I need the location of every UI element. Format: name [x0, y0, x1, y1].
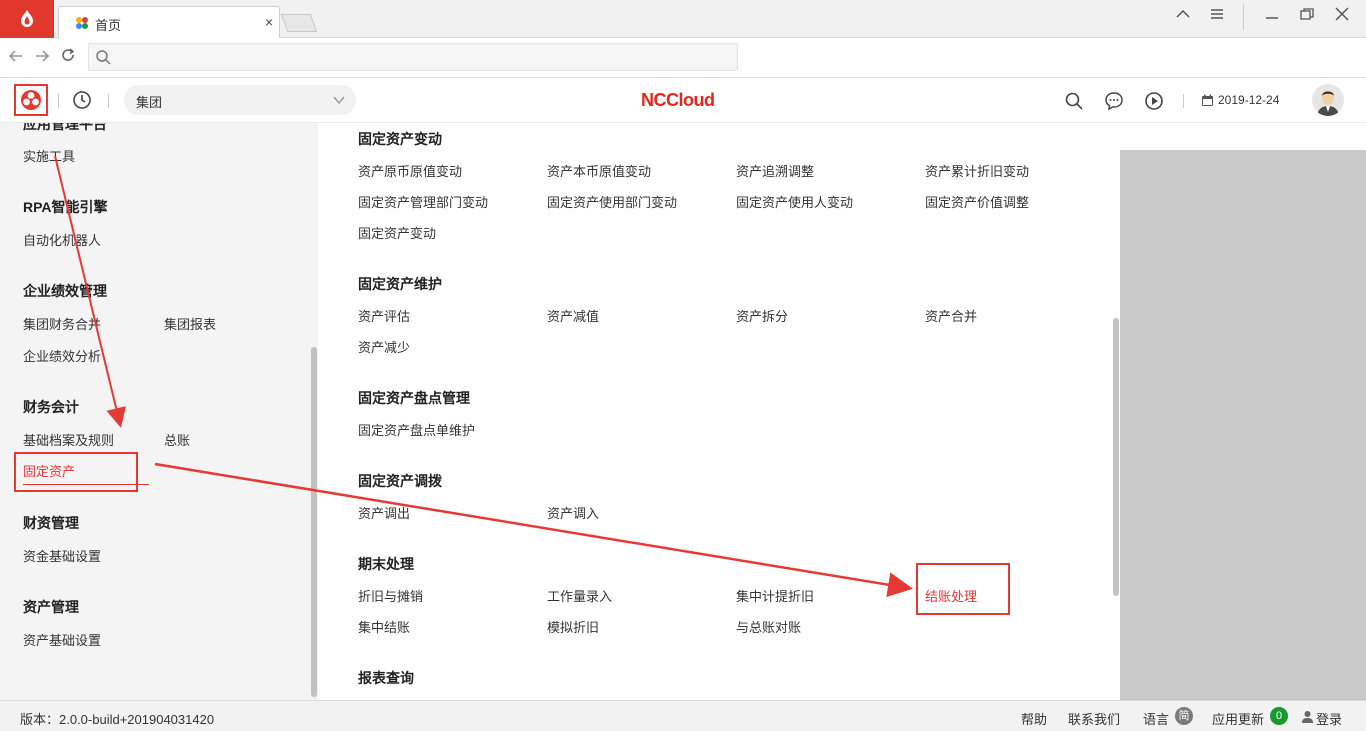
forward-icon[interactable]	[32, 46, 52, 68]
category-title: 应用管理平台	[23, 123, 107, 132]
browser-logo-icon[interactable]	[0, 0, 54, 38]
app-menu-button[interactable]	[14, 84, 48, 116]
function-link[interactable]: 资产追溯调整	[736, 161, 814, 180]
new-tab-button[interactable]	[280, 14, 318, 32]
left-category-menu: 应用管理平台 实施工具 RPA智能引擎 自动化机器人 企业绩效管理 集团财务合并…	[0, 123, 318, 700]
menu-item-performance-analysis[interactable]: 企业绩效分析	[23, 346, 101, 365]
function-link[interactable]: 固定资产使用部门变动	[547, 192, 677, 211]
restore-icon[interactable]	[1294, 6, 1320, 30]
function-link[interactable]: 固定资产价值调整	[925, 192, 1029, 211]
header-divider	[1183, 94, 1184, 108]
tab-favicon-icon	[76, 17, 88, 29]
function-link[interactable]: 资产评估	[358, 306, 410, 325]
menu-item-asset-settings[interactable]: 资产基础设置	[23, 630, 101, 649]
function-link[interactable]: 资产减少	[358, 337, 410, 356]
function-link[interactable]: 与总账对账	[736, 617, 801, 636]
function-link[interactable]: 固定资产盘点单维护	[358, 420, 475, 439]
menu-item-basic-archives[interactable]: 基础档案及规则	[23, 430, 114, 449]
menu-item-group-consolidation[interactable]: 集团财务合并	[23, 314, 101, 333]
tab-close-icon[interactable]: ×	[265, 14, 273, 30]
category-title: 企业绩效管理	[23, 283, 107, 299]
function-link[interactable]: 资产拆分	[736, 306, 788, 325]
function-link[interactable]: 资产调入	[547, 503, 599, 522]
contact-link[interactable]: 联系我们	[1068, 709, 1120, 728]
function-link[interactable]: 资产本币原值变动	[547, 161, 651, 180]
function-link[interactable]: 模拟折旧	[547, 617, 599, 636]
address-bar	[0, 38, 1366, 78]
function-link[interactable]: 资产调出	[358, 503, 410, 522]
current-date: 2019-12-24	[1218, 93, 1280, 107]
header-divider	[108, 94, 109, 108]
login-link[interactable]: 登录	[1316, 709, 1342, 728]
left-menu-scrollbar[interactable]	[311, 347, 317, 697]
help-link[interactable]: 帮助	[1021, 709, 1047, 728]
section-title: 期末处理	[358, 556, 414, 572]
update-count-badge: 0	[1270, 707, 1288, 725]
chevron-down-icon	[333, 96, 345, 105]
category-title: 财务会计	[23, 399, 79, 415]
menu-item-general-ledger[interactable]: 总账	[164, 430, 190, 449]
section-title: 固定资产盘点管理	[358, 390, 470, 406]
back-icon[interactable]	[6, 46, 26, 68]
function-link[interactable]: 资产累计折旧变动	[925, 161, 1029, 180]
flower-logo-icon	[21, 90, 41, 110]
function-link[interactable]: 固定资产变动	[358, 223, 436, 242]
group-select-value: 集团	[136, 95, 163, 110]
function-link[interactable]: 资产原币原值变动	[358, 161, 462, 180]
browser-tab-home[interactable]: 首页 ×	[58, 6, 280, 38]
category-title: RPA智能引擎	[23, 199, 108, 215]
search-icon[interactable]	[1064, 91, 1084, 111]
menu-item-group-report[interactable]: 集团报表	[164, 314, 216, 333]
minimize-icon[interactable]	[1259, 6, 1285, 30]
section-title: 固定资产调拨	[358, 473, 442, 489]
calendar-icon	[1202, 94, 1213, 106]
user-icon	[1302, 711, 1313, 723]
highlight-box-closing	[916, 563, 1010, 615]
message-icon[interactable]	[1104, 91, 1124, 111]
close-window-icon[interactable]	[1329, 6, 1355, 30]
function-link[interactable]: 折旧与摊销	[358, 586, 423, 605]
function-link[interactable]: 集中计提折旧	[736, 586, 814, 605]
function-link[interactable]: 工作量录入	[547, 586, 612, 605]
menu-icon[interactable]	[1204, 6, 1230, 30]
app-header: 集团 NCCloud 2019-12-24	[0, 78, 1366, 123]
category-title: 财资管理	[23, 515, 79, 531]
section-title: 报表查询	[358, 670, 414, 686]
group-select[interactable]: 集团	[124, 85, 356, 115]
function-link[interactable]: 资产合并	[925, 306, 977, 325]
background-overlay	[1120, 150, 1366, 700]
function-link[interactable]: 集中结账	[358, 617, 410, 636]
user-avatar-icon	[1312, 84, 1344, 116]
section-title: 固定资产维护	[358, 276, 442, 292]
menu-item-treasury-settings[interactable]: 资金基础设置	[23, 546, 101, 565]
search-icon	[96, 50, 111, 65]
play-icon[interactable]	[1144, 91, 1164, 111]
window-controls-divider	[1243, 4, 1244, 30]
browser-tab-bar: 首页 ×	[0, 0, 1366, 38]
clock-icon[interactable]	[72, 90, 92, 110]
skin-icon[interactable]	[1170, 6, 1196, 30]
function-link[interactable]: 资产减值	[547, 306, 599, 325]
status-footer: 版本：2.0.0-build+201904031420 帮助 联系我们 语言 简…	[0, 700, 1366, 731]
version-label: 版本：2.0.0-build+201904031420	[20, 712, 215, 727]
tab-title: 首页	[95, 18, 122, 33]
highlight-box-fixed-assets	[14, 452, 138, 492]
function-link[interactable]: 固定资产使用人变动	[736, 192, 853, 211]
language-link[interactable]: 语言	[1143, 709, 1169, 728]
section-title: 固定资产变动	[358, 131, 442, 147]
url-input[interactable]	[88, 43, 738, 71]
main-panel-scrollbar[interactable]	[1113, 318, 1119, 596]
brand-logo: NCCloud	[641, 90, 715, 110]
avatar[interactable]	[1312, 84, 1344, 116]
menu-item-automation-robot[interactable]: 自动化机器人	[23, 230, 101, 249]
header-divider	[58, 94, 59, 108]
language-badge[interactable]: 简	[1175, 707, 1193, 725]
function-link[interactable]: 固定资产管理部门变动	[358, 192, 488, 211]
refresh-icon[interactable]	[58, 46, 78, 68]
category-title: 资产管理	[23, 599, 79, 615]
menu-item-implementation-tools[interactable]: 实施工具	[23, 146, 75, 165]
right-header-strip	[1120, 123, 1366, 150]
app-update-link[interactable]: 应用更新	[1212, 709, 1264, 728]
